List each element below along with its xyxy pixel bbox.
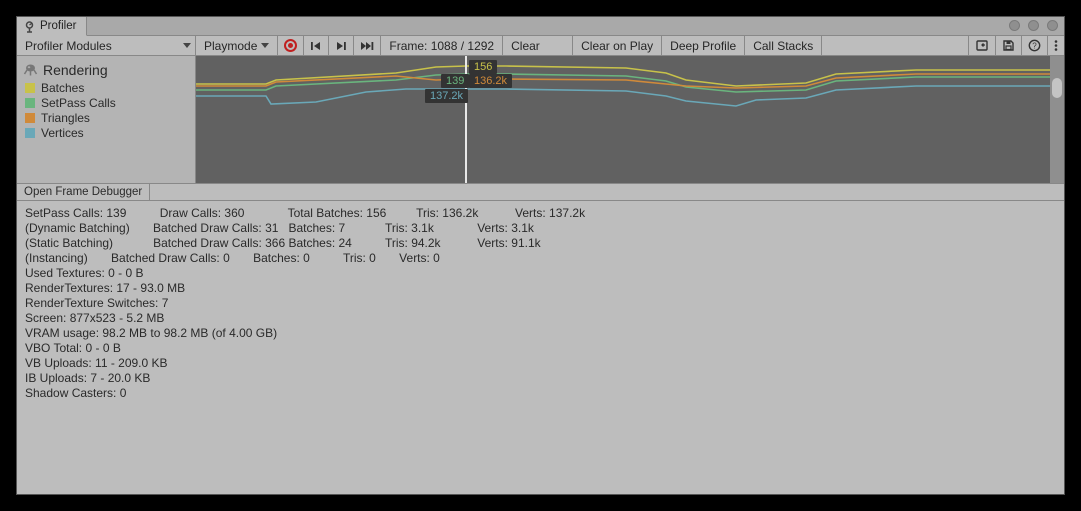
playmode-label: Playmode [204, 39, 257, 53]
load-icon [975, 39, 989, 52]
help-button[interactable]: ? [1022, 36, 1048, 55]
chart-lines [196, 56, 1052, 183]
stats-ib-uploads: IB Uploads: 7 - 20.0 KB [25, 371, 1056, 386]
profiler-modules-dropdown[interactable]: Profiler Modules [17, 36, 196, 55]
open-frame-debugger-label: Open Frame Debugger [24, 186, 142, 198]
tab-bar: Profiler [17, 17, 1064, 36]
legend: Batches SetPass Calls Triangles Vertices [23, 81, 189, 140]
stats-vram: VRAM usage: 98.2 MB to 98.2 MB (of 4.00 … [25, 326, 1056, 341]
legend-item-batches[interactable]: Batches [25, 81, 189, 95]
scrollbar-thumb[interactable] [1052, 78, 1062, 98]
chart-section: Rendering Batches SetPass Calls Triangle… [17, 56, 1064, 183]
tooltip-triangles: 136.2k [469, 74, 512, 88]
window-close[interactable] [1047, 20, 1058, 31]
record-button[interactable] [278, 36, 304, 55]
tooltip-batches: 156 [469, 60, 497, 74]
window-controls [1009, 20, 1058, 31]
profiler-modules-label: Profiler Modules [25, 39, 112, 53]
stats-vbo: VBO Total: 0 - 0 B [25, 341, 1056, 356]
kebab-menu-icon [1054, 39, 1058, 52]
frame-counter-label: Frame: 1088 / 1292 [389, 39, 494, 53]
graph-area[interactable]: 156 136.2k 139 137.2k [196, 56, 1064, 183]
swatch-icon [25, 113, 35, 123]
details-toolbar: Open Frame Debugger [17, 183, 1064, 201]
tab-profiler[interactable]: Profiler [17, 17, 87, 36]
legend-label: Vertices [41, 126, 84, 140]
save-button[interactable] [996, 36, 1022, 55]
profiler-window: Profiler Profiler Modules Playmode Frame… [16, 16, 1065, 495]
skip-forward-icon [335, 40, 347, 52]
stats-row-instancing: (Instancing) Batched Draw Calls: 0 Batch… [25, 251, 1056, 266]
stats-vb-uploads: VB Uploads: 11 - 209.0 KB [25, 356, 1056, 371]
deep-profile-label: Deep Profile [670, 39, 736, 53]
tooltip-setpass: 139 [441, 74, 469, 88]
frame-first-button[interactable] [304, 36, 329, 55]
frame-last-button[interactable] [354, 36, 381, 55]
category-sidebar[interactable]: Rendering Batches SetPass Calls Triangle… [17, 56, 196, 183]
stats-rt-switches: RenderTexture Switches: 7 [25, 296, 1056, 311]
stats-used-textures: Used Textures: 0 - 0 B [25, 266, 1056, 281]
load-button[interactable] [969, 36, 996, 55]
fast-forward-icon [360, 40, 374, 52]
deep-profile-button[interactable]: Deep Profile [662, 36, 745, 55]
stats-panel: SetPass Calls: 139 Draw Calls: 360 Total… [17, 201, 1064, 494]
tab-label: Profiler [40, 20, 76, 32]
window-maximize[interactable] [1028, 20, 1039, 31]
tooltip-vertices: 137.2k [425, 89, 468, 103]
clear-on-play-label: Clear on Play [581, 39, 653, 53]
legend-label: Triangles [41, 111, 90, 125]
swatch-icon [25, 128, 35, 138]
clear-on-play-button[interactable]: Clear on Play [573, 36, 662, 55]
legend-item-vertices[interactable]: Vertices [25, 126, 189, 140]
swatch-icon [25, 83, 35, 93]
window-minimize[interactable] [1009, 20, 1020, 31]
stats-row-dynamic: (Dynamic Batching) Batched Draw Calls: 3… [25, 221, 1056, 236]
clear-label: Clear [511, 39, 540, 53]
stats-screen: Screen: 877x523 - 5.2 MB [25, 311, 1056, 326]
legend-item-setpass[interactable]: SetPass Calls [25, 96, 189, 110]
stats-rendertextures: RenderTextures: 17 - 93.0 MB [25, 281, 1056, 296]
open-frame-debugger-button[interactable]: Open Frame Debugger [17, 184, 150, 200]
toolbar: Profiler Modules Playmode Frame: 1088 / … [17, 36, 1064, 56]
help-icon: ? [1028, 39, 1041, 52]
skip-back-icon [310, 40, 322, 52]
playmode-dropdown[interactable]: Playmode [196, 36, 278, 55]
vertical-scrollbar[interactable] [1050, 56, 1064, 183]
category-title: Rendering [23, 60, 189, 81]
stats-row-static: (Static Batching) Batched Draw Calls: 36… [25, 236, 1056, 251]
frame-prev-button[interactable] [329, 36, 354, 55]
call-stacks-button[interactable]: Call Stacks [745, 36, 822, 55]
call-stacks-label: Call Stacks [753, 39, 813, 53]
category-title-label: Rendering [43, 62, 108, 78]
legend-label: Batches [41, 81, 84, 95]
legend-label: SetPass Calls [41, 96, 116, 110]
legend-item-triangles[interactable]: Triangles [25, 111, 189, 125]
svg-text:?: ? [1032, 42, 1037, 51]
save-icon [1002, 39, 1015, 52]
menu-button[interactable] [1048, 36, 1064, 55]
stats-shadow-casters: Shadow Casters: 0 [25, 386, 1056, 401]
swatch-icon [25, 98, 35, 108]
record-icon [284, 39, 297, 52]
profiler-icon [23, 20, 36, 33]
stats-row-main: SetPass Calls: 139 Draw Calls: 360 Total… [25, 206, 1056, 221]
frame-counter: Frame: 1088 / 1292 [381, 36, 503, 55]
rendering-icon [23, 63, 38, 77]
clear-button[interactable]: Clear [503, 36, 573, 55]
